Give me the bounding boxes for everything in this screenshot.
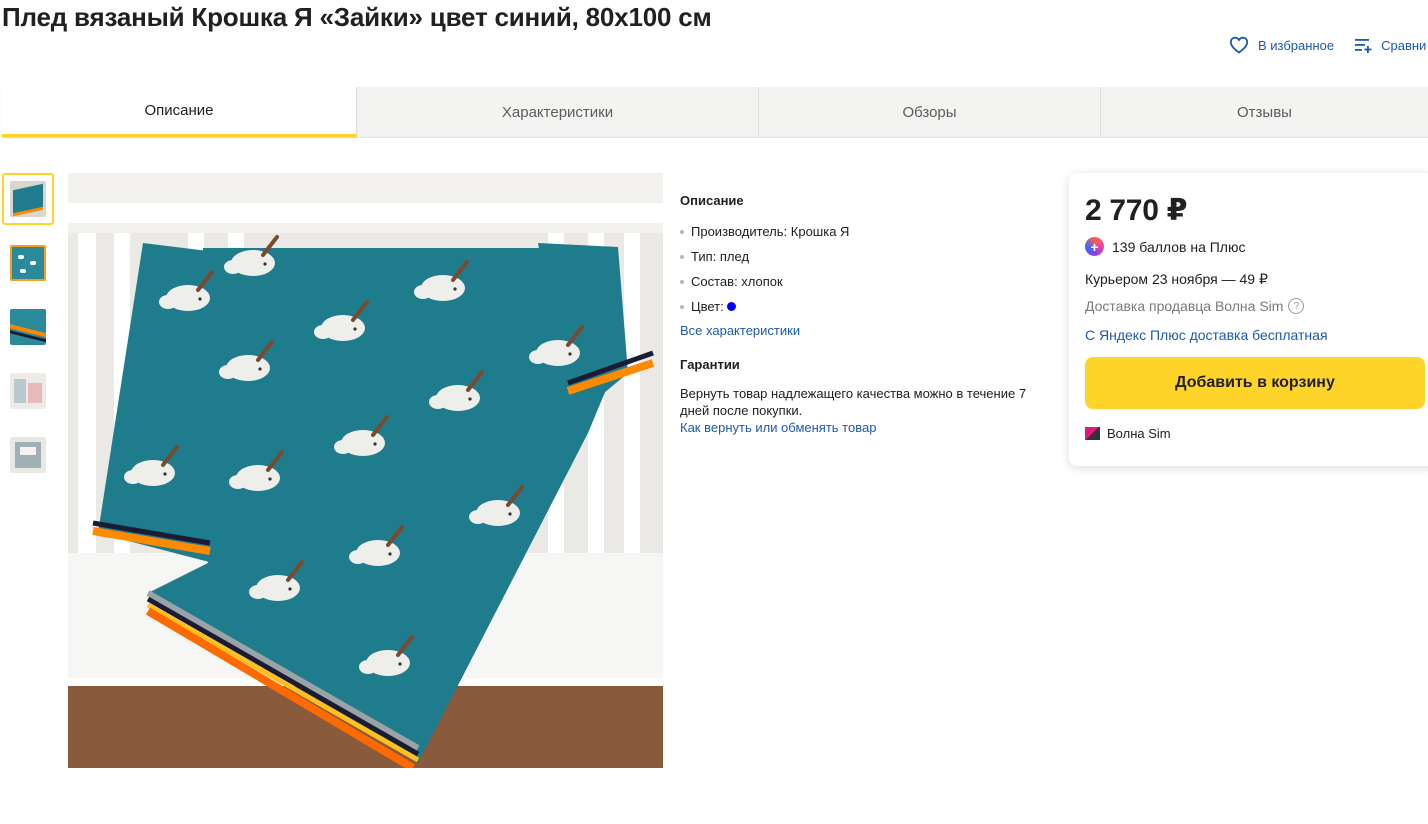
compare-icon <box>1355 39 1372 53</box>
favorite-button[interactable]: В избранное <box>1229 36 1334 54</box>
description-heading: Описание <box>680 193 744 208</box>
guarantee-text: Вернуть товар надлежащего качества можно… <box>680 386 1027 418</box>
product-title: Плед вязаный Крошка Я «Зайки» цвет синий… <box>2 2 712 32</box>
plus-icon: + <box>1085 237 1104 256</box>
plus-points-label: 139 баллов на Плюс <box>1112 238 1246 255</box>
blanket-photo <box>68 173 663 768</box>
color-swatch <box>726 302 736 311</box>
tab-specifications[interactable]: Характеристики <box>357 87 759 137</box>
add-to-cart-button[interactable]: Добавить в корзину <box>1085 357 1425 409</box>
tab-description[interactable]: Описание <box>2 87 357 137</box>
seller-delivery: Доставка продавца Волна Sim ? <box>1085 298 1423 314</box>
thumbnail-image <box>10 309 46 345</box>
product-actions: В избранное Сравни <box>1229 36 1426 54</box>
shop-logo-icon <box>1085 427 1100 440</box>
price: 2 770 ₽ <box>1085 194 1188 227</box>
buy-box: 2 770 ₽ + 139 баллов на Плюс Курьером 23… <box>1069 173 1428 466</box>
thumbnail-4[interactable] <box>2 365 54 417</box>
shop-name: Волна Sim <box>1107 426 1171 441</box>
thumbnail-2[interactable] <box>2 237 54 289</box>
thumbnail-image <box>10 245 46 281</box>
help-icon[interactable]: ? <box>1288 298 1305 314</box>
thumbnail-1[interactable] <box>2 173 54 225</box>
compare-label: Сравни <box>1381 37 1427 53</box>
spec-item-manufacturer: Производитель: Крошка Я <box>680 223 1040 240</box>
spec-item-material: Состав: хлопок <box>680 273 1040 290</box>
tab-reviews[interactable]: Отзывы <box>1101 87 1428 137</box>
plus-points: + 139 баллов на Плюс <box>1085 237 1423 256</box>
thumbnail-3[interactable] <box>2 301 54 353</box>
shop-info[interactable]: Волна Sim <box>1085 426 1423 441</box>
courier-delivery: Курьером 23 ноября — 49 ₽ <box>1085 271 1268 287</box>
spec-list: Производитель: Крошка Я Тип: плед Состав… <box>680 223 1040 315</box>
return-policy-link[interactable]: Как вернуть или обменять товар <box>680 419 1040 436</box>
thumbnail-image <box>10 373 46 409</box>
guarantee-heading: Гарантии <box>680 357 740 372</box>
heart-icon <box>1229 36 1249 54</box>
seller-delivery-label: Доставка продавца Волна Sim <box>1085 298 1284 314</box>
all-specs-link[interactable]: Все характеристики <box>680 322 1040 339</box>
thumbnail-image <box>10 437 46 473</box>
tab-reviews-video[interactable]: Обзоры <box>759 87 1101 137</box>
spec-item-type: Тип: плед <box>680 248 1040 265</box>
gallery-thumbnails <box>2 173 54 493</box>
thumbnail-5[interactable] <box>2 429 54 481</box>
compare-button[interactable]: Сравни <box>1354 37 1426 53</box>
product-tabs: Описание Характеристики Обзоры Отзывы <box>2 87 1428 138</box>
spec-item-color: Цвет: <box>680 298 1040 315</box>
plus-free-delivery-link[interactable]: С Яндекс Плюс доставка бесплатная <box>1085 327 1423 343</box>
product-description: Описание Производитель: Крошка Я Тип: пл… <box>680 192 1040 436</box>
favorite-label: В избранное <box>1258 37 1335 53</box>
main-product-image[interactable] <box>68 173 663 768</box>
thumbnail-image <box>10 181 46 217</box>
